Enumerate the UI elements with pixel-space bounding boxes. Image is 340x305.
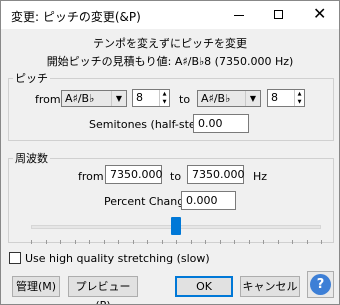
slider-tick: [89, 240, 90, 244]
high-quality-checkbox[interactable]: [9, 252, 21, 264]
frequency-to-input[interactable]: 7350.000: [187, 165, 245, 184]
slider-tick: [278, 240, 279, 244]
slider-tick: [220, 240, 221, 244]
slider-thumb[interactable]: [171, 217, 181, 235]
pitch-group: [8, 78, 334, 141]
preview-button[interactable]: プレビュー(P): [68, 276, 138, 304]
spin-up-icon[interactable]: ▲: [295, 90, 304, 98]
description-text: テンポを変えずにピッチを変更: [93, 37, 247, 50]
spinner-arrows[interactable]: ▲ ▼: [294, 90, 304, 106]
slider-tick: [205, 240, 206, 244]
slider-tick: [31, 240, 32, 244]
from-note-select[interactable]: A♯/B♭ ▼: [61, 90, 127, 107]
from-octave-value: 8: [136, 91, 143, 104]
pitch-from-label: from: [35, 93, 61, 106]
percent-change-input[interactable]: 0.000: [181, 191, 236, 210]
chevron-down-icon: ▼: [111, 91, 126, 106]
from-octave-spinner[interactable]: 8 ▲ ▼: [132, 89, 170, 107]
slider-tick: [60, 240, 61, 244]
title-bar[interactable]: 変更: ピッチの変更(&P) ✕: [1, 1, 339, 29]
chevron-down-icon: ▼: [245, 91, 260, 106]
maximize-button[interactable]: [259, 1, 299, 29]
slider-tick: [75, 240, 76, 244]
pitch-to-label: to: [179, 93, 191, 106]
slider-tick: [234, 240, 235, 244]
frequency-from-input[interactable]: 7350.000: [105, 165, 163, 184]
window-title: 変更: ピッチの変更(&P): [11, 10, 141, 24]
spin-up-icon[interactable]: ▲: [160, 90, 169, 98]
pitch-estimate-text: 開始ピッチの見積もり値: A♯/B♭8 (7350.000 Hz): [46, 55, 294, 68]
slider-tick: [104, 240, 105, 244]
semitones-input[interactable]: 0.00: [193, 114, 249, 133]
spin-down-icon[interactable]: ▼: [160, 98, 169, 106]
ok-button[interactable]: OK: [175, 276, 233, 297]
frequency-to-value: 7350.000: [192, 168, 245, 181]
high-quality-label[interactable]: Use high quality stretching (slow): [25, 252, 210, 265]
slider-tick: [133, 240, 134, 244]
slider-tick: [46, 240, 47, 244]
close-icon: ✕: [313, 4, 327, 23]
slider-tick: [307, 240, 308, 244]
change-pitch-dialog: 変更: ピッチの変更(&P) ✕ テンポを変えずにピッチを変更 開始ピッチの見積…: [0, 0, 340, 305]
slider-tick: [147, 240, 148, 244]
to-octave-spinner[interactable]: 8 ▲ ▼: [267, 89, 305, 107]
slider-tick: [292, 240, 293, 244]
to-octave-value: 8: [271, 91, 278, 104]
slider-tick: [321, 240, 322, 244]
frequency-from-value: 7350.000: [110, 168, 163, 181]
help-icon[interactable]: ?: [310, 274, 331, 295]
percent-change-value: 0.000: [186, 194, 218, 207]
slider-tick: [176, 240, 177, 244]
pitch-group-label: ピッチ: [13, 70, 50, 86]
frequency-group-label: 周波数: [13, 150, 50, 166]
spinner-arrows[interactable]: ▲ ▼: [159, 90, 169, 106]
semitones-value: 0.00: [198, 117, 223, 130]
from-note-value: A♯/B♭: [65, 92, 95, 105]
manage-button[interactable]: 管理(M): [12, 276, 60, 297]
close-button[interactable]: ✕: [299, 1, 339, 29]
slider-tick: [263, 240, 264, 244]
cancel-button[interactable]: キャンセル: [240, 276, 300, 297]
frequency-from-label: from: [78, 170, 104, 183]
slider-tick: [249, 240, 250, 244]
slider-tick: [162, 240, 163, 244]
minimize-icon: [234, 15, 244, 16]
minimize-button[interactable]: [219, 1, 259, 29]
slider-tick: [118, 240, 119, 244]
frequency-unit-label: Hz: [253, 170, 268, 183]
frequency-to-label: to: [170, 170, 182, 183]
to-note-value: A♯/B♭: [201, 92, 231, 105]
spin-down-icon[interactable]: ▼: [295, 98, 304, 106]
slider-tick: [191, 240, 192, 244]
to-note-select[interactable]: A♯/B♭ ▼: [197, 90, 261, 107]
maximize-icon: [274, 10, 283, 19]
